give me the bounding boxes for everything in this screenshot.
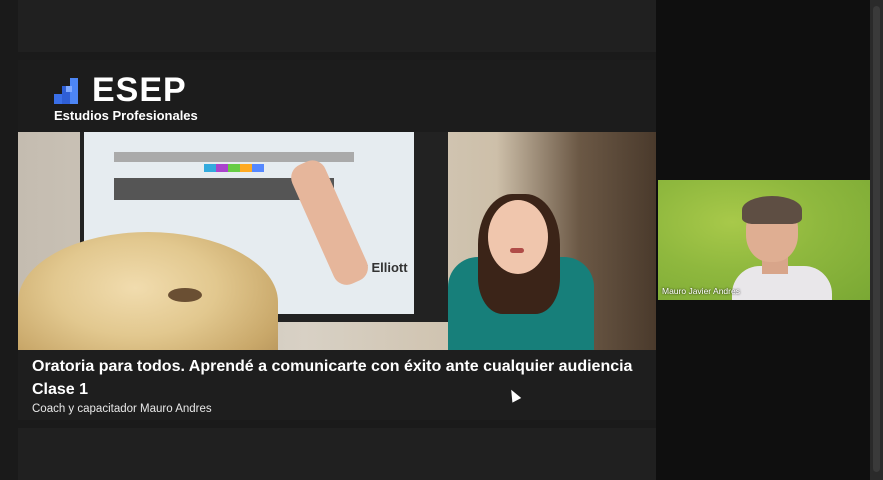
presentation-caption: Oratoria para todos. Aprendé a comunicar… — [18, 350, 656, 420]
esep-logo: ESEP — [54, 71, 187, 109]
coach-name: Coach y capacitador Mauro Andres — [32, 403, 212, 415]
participant-video-tile[interactable]: Mauro Javier Andres — [658, 180, 870, 300]
esep-logo-icon — [54, 74, 84, 106]
brand-header: ESEP Estudios Profesionales — [18, 60, 656, 132]
scrollbar-thumb[interactable] — [873, 6, 880, 472]
meeting-gallery: ESEP Estudios Profesionales Kay Elliott — [0, 0, 883, 480]
gallery-scrollbar[interactable] — [870, 0, 883, 480]
empty-video-tile-top — [18, 0, 656, 52]
participant-name: Mauro Javier Andres — [662, 286, 740, 296]
shared-screen[interactable]: ESEP Estudios Profesionales Kay Elliott — [18, 60, 656, 420]
presentation-photo: Kay Elliott — [18, 132, 656, 350]
empty-video-tile-bottom — [18, 428, 656, 480]
course-title: Oratoria para todos. Aprendé a comunicar… — [32, 358, 633, 375]
brand-name: ESEP — [92, 71, 187, 109]
class-label: Clase 1 — [32, 381, 89, 398]
brand-subtitle: Estudios Profesionales — [54, 108, 198, 123]
